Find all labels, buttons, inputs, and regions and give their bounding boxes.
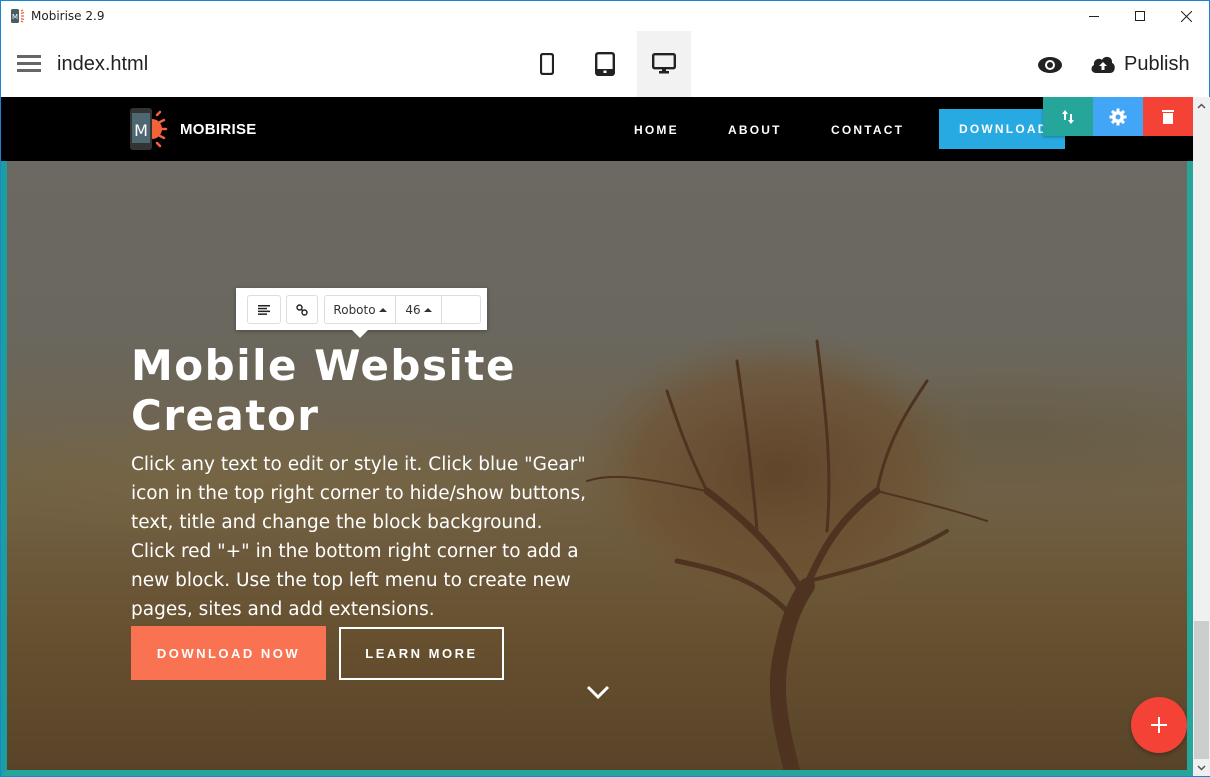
editor-canvas: M MOBIRISE HOME ABOUT CONTACT DOWNLOAD R… xyxy=(1,97,1193,776)
trash-icon xyxy=(1162,109,1174,124)
font-size-value: 46 xyxy=(405,302,421,317)
hero-title[interactable]: Mobile Website Creator xyxy=(131,341,591,441)
preview-button[interactable] xyxy=(1036,53,1064,77)
publish-label: Publish xyxy=(1124,52,1190,75)
site-logo-icon: M xyxy=(130,108,168,150)
minimize-button[interactable] xyxy=(1071,1,1117,31)
text-editor-toolbar: Roboto 46 xyxy=(236,288,487,338)
font-size-dropdown[interactable]: 46 xyxy=(396,296,442,323)
chevron-down-icon[interactable] xyxy=(585,683,611,701)
maximize-icon xyxy=(1135,11,1145,21)
app-window: M Mobirise 2.9 index.html Publish M MOBI… xyxy=(0,0,1210,777)
menu-button[interactable] xyxy=(17,55,41,73)
scroll-up-button[interactable] xyxy=(1193,97,1210,114)
maximize-button[interactable] xyxy=(1117,1,1163,31)
mobile-view-button[interactable] xyxy=(520,31,574,97)
scrollbar-thumb[interactable] xyxy=(1194,621,1209,759)
text-align-button[interactable] xyxy=(247,295,281,324)
menu-icon xyxy=(17,55,41,58)
nav-link-contact[interactable]: CONTACT xyxy=(831,123,904,137)
move-icon xyxy=(1062,109,1074,124)
font-family-dropdown[interactable]: Roboto xyxy=(325,296,396,323)
caret-up-icon xyxy=(378,307,387,312)
nav-link-about[interactable]: ABOUT xyxy=(728,123,782,137)
site-navbar[interactable]: M MOBIRISE HOME ABOUT CONTACT DOWNLOAD xyxy=(1,97,1193,161)
tablet-icon xyxy=(595,52,615,76)
link-icon xyxy=(296,303,308,316)
caret-up-icon xyxy=(423,307,432,312)
site-brand[interactable]: MOBIRISE xyxy=(180,121,257,138)
hero-block[interactable]: Roboto 46 Mobile Website Creator Click a… xyxy=(1,161,1193,776)
move-block-button[interactable] xyxy=(1043,97,1093,136)
close-icon xyxy=(1180,10,1192,22)
block-tools xyxy=(1043,97,1193,136)
desktop-view-button[interactable] xyxy=(637,31,691,97)
eye-icon xyxy=(1038,57,1062,73)
desktop-icon xyxy=(652,53,676,74)
tablet-view-button[interactable] xyxy=(578,31,632,97)
svg-text:M: M xyxy=(134,121,148,140)
minimize-icon xyxy=(1089,16,1099,17)
plus-icon xyxy=(1151,717,1167,733)
block-settings-button[interactable] xyxy=(1093,97,1143,136)
scroll-down-button[interactable] xyxy=(1193,759,1210,776)
hero-text[interactable]: Click any text to edit or style it. Clic… xyxy=(131,450,591,624)
hero-paragraph-1[interactable]: Click any text to edit or style it. Clic… xyxy=(131,450,591,537)
insert-link-button[interactable] xyxy=(286,295,318,324)
page-filename: index.html xyxy=(57,53,149,75)
cloud-upload-icon xyxy=(1091,56,1115,73)
title-bar: M Mobirise 2.9 xyxy=(1,1,1209,31)
window-title: Mobirise 2.9 xyxy=(31,9,105,23)
svg-text:M: M xyxy=(12,13,18,21)
font-controls: Roboto 46 xyxy=(324,295,481,324)
app-toolbar: index.html Publish xyxy=(1,31,1209,97)
text-color-picker[interactable] xyxy=(442,296,480,323)
mobile-icon xyxy=(540,53,554,75)
align-left-icon xyxy=(258,304,270,315)
close-button[interactable] xyxy=(1163,1,1209,31)
hero-paragraph-2[interactable]: Click red "+" in the bottom right corner… xyxy=(131,537,591,624)
app-logo-icon: M xyxy=(11,9,25,23)
chevron-down-icon xyxy=(1197,764,1206,771)
delete-block-button[interactable] xyxy=(1143,97,1193,136)
chevron-up-icon xyxy=(1197,102,1206,109)
download-now-button[interactable]: DOWNLOAD NOW xyxy=(131,626,326,680)
font-family-value: Roboto xyxy=(333,302,376,317)
publish-button[interactable]: Publish xyxy=(1090,49,1190,79)
nav-link-home[interactable]: HOME xyxy=(634,123,679,137)
add-block-button[interactable] xyxy=(1131,697,1187,753)
gear-icon xyxy=(1109,108,1127,125)
learn-more-button[interactable]: LEARN MORE xyxy=(339,627,504,680)
vertical-scrollbar[interactable] xyxy=(1193,97,1210,776)
tree-background-image xyxy=(577,331,988,770)
